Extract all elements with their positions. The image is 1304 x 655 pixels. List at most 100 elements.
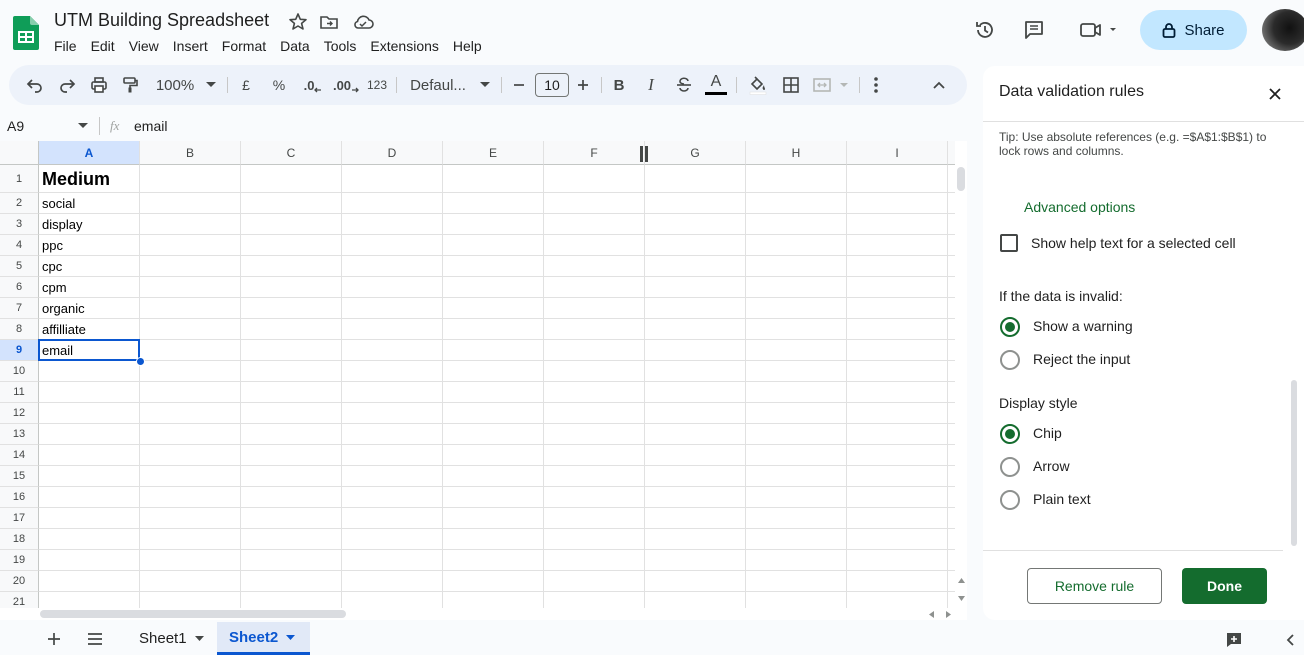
row-header[interactable]: 11 bbox=[0, 382, 39, 403]
spreadsheet-grid[interactable]: A B C D E F G H I 1 2 3 4 5 6 7 8 9 10 11 12 13 14 15 1… bbox=[0, 141, 955, 608]
menu-edit[interactable]: Edit bbox=[91, 38, 115, 56]
row-header[interactable]: 12 bbox=[0, 403, 39, 424]
document-title[interactable]: UTM Building Spreadsheet bbox=[54, 10, 269, 31]
version-history-icon[interactable] bbox=[969, 14, 1001, 46]
vertical-scrollbar[interactable] bbox=[955, 141, 967, 608]
avatar[interactable] bbox=[1262, 9, 1304, 51]
cell-a6[interactable]: cpm bbox=[42, 280, 67, 295]
row-header[interactable]: 5 bbox=[0, 256, 39, 277]
row-header[interactable]: 8 bbox=[0, 319, 39, 340]
chip-radio[interactable] bbox=[1000, 424, 1020, 444]
meet-icon[interactable] bbox=[1076, 14, 1120, 46]
vertical-scroll-thumb[interactable] bbox=[957, 167, 965, 191]
row-header[interactable]: 16 bbox=[0, 487, 39, 508]
column-header[interactable]: F bbox=[544, 141, 645, 165]
menu-extensions[interactable]: Extensions bbox=[370, 38, 438, 56]
reject-input-radio[interactable] bbox=[1000, 350, 1020, 370]
percent-button[interactable]: % bbox=[270, 65, 288, 105]
column-header[interactable] bbox=[948, 141, 955, 165]
column-header[interactable]: B bbox=[140, 141, 241, 165]
column-header[interactable]: A bbox=[39, 141, 140, 165]
sheet-tab-sheet1[interactable]: Sheet1 bbox=[127, 622, 216, 655]
row-header[interactable]: 13 bbox=[0, 424, 39, 445]
collapse-menus-icon[interactable] bbox=[929, 65, 949, 105]
fill-color-icon[interactable] bbox=[747, 65, 769, 105]
panel-scrollbar[interactable] bbox=[1291, 380, 1297, 546]
decrease-decimal-button[interactable]: .0 bbox=[301, 65, 325, 105]
row-header[interactable]: 18 bbox=[0, 529, 39, 550]
row-header[interactable]: 17 bbox=[0, 508, 39, 529]
cell-a7[interactable]: organic bbox=[42, 301, 85, 316]
comments-icon[interactable] bbox=[1018, 14, 1050, 46]
row-header[interactable]: 7 bbox=[0, 298, 39, 319]
increase-decimal-button[interactable]: .00 bbox=[332, 65, 360, 105]
row-header[interactable]: 14 bbox=[0, 445, 39, 466]
row-header[interactable]: 6 bbox=[0, 277, 39, 298]
italic-button[interactable]: I bbox=[641, 65, 661, 105]
more-options-icon[interactable] bbox=[867, 65, 885, 105]
row-header[interactable]: 3 bbox=[0, 214, 39, 235]
side-panel-toggle-icon[interactable] bbox=[1285, 633, 1295, 647]
help-text-checkbox[interactable] bbox=[1000, 234, 1018, 252]
frozen-column-handle[interactable] bbox=[640, 146, 648, 162]
scroll-up-icon[interactable] bbox=[958, 578, 965, 583]
row-header[interactable]: 21 bbox=[0, 592, 39, 608]
formula-input[interactable]: email bbox=[134, 118, 167, 134]
cell-a5[interactable]: cpc bbox=[42, 259, 62, 274]
bold-button[interactable]: B bbox=[609, 65, 629, 105]
explore-icon[interactable] bbox=[1226, 632, 1242, 648]
scroll-left-icon[interactable] bbox=[929, 611, 934, 618]
column-header[interactable]: H bbox=[746, 141, 847, 165]
column-header[interactable]: I bbox=[847, 141, 948, 165]
increase-font-size-icon[interactable] bbox=[575, 65, 591, 105]
plain-text-radio[interactable] bbox=[1000, 490, 1020, 510]
scroll-right-icon[interactable] bbox=[946, 611, 951, 618]
font-size-input[interactable]: 10 bbox=[535, 73, 569, 97]
decrease-font-size-icon[interactable] bbox=[511, 65, 527, 105]
fill-handle[interactable] bbox=[136, 357, 145, 366]
currency-button[interactable]: £ bbox=[237, 65, 255, 105]
cell-a8[interactable]: affilliate bbox=[42, 322, 86, 337]
column-header[interactable]: E bbox=[443, 141, 544, 165]
add-sheet-icon[interactable] bbox=[47, 632, 61, 646]
merge-cells-icon[interactable] bbox=[812, 65, 852, 105]
redo-icon[interactable] bbox=[55, 65, 79, 105]
star-icon[interactable] bbox=[288, 12, 308, 32]
close-icon[interactable] bbox=[1268, 87, 1282, 101]
zoom-select[interactable]: 100% bbox=[151, 65, 221, 105]
row-header[interactable]: 2 bbox=[0, 193, 39, 214]
menu-view[interactable]: View bbox=[129, 38, 159, 56]
share-button[interactable]: Share bbox=[1140, 10, 1247, 50]
cell-a1[interactable]: Medium bbox=[42, 169, 110, 190]
print-icon[interactable] bbox=[87, 65, 111, 105]
font-select[interactable]: Defaul... bbox=[409, 65, 491, 105]
cloud-status-icon[interactable] bbox=[352, 12, 374, 32]
all-sheets-icon[interactable] bbox=[87, 633, 103, 645]
paint-format-icon[interactable] bbox=[118, 65, 142, 105]
column-header[interactable]: C bbox=[241, 141, 342, 165]
row-header[interactable]: 1 bbox=[0, 165, 39, 193]
name-box[interactable]: A9 bbox=[7, 118, 24, 134]
row-header[interactable]: 20 bbox=[0, 571, 39, 592]
menu-file[interactable]: File bbox=[54, 38, 77, 56]
sheets-logo-icon[interactable] bbox=[13, 16, 39, 50]
horizontal-scrollbar[interactable] bbox=[0, 608, 967, 620]
cell-a4[interactable]: ppc bbox=[42, 238, 63, 253]
row-header[interactable]: 9 bbox=[0, 340, 39, 361]
row-header[interactable]: 10 bbox=[0, 361, 39, 382]
cell-a2[interactable]: social bbox=[42, 196, 75, 211]
horizontal-scroll-thumb[interactable] bbox=[40, 610, 346, 618]
row-header[interactable]: 4 bbox=[0, 235, 39, 256]
undo-icon[interactable] bbox=[23, 65, 47, 105]
menu-format[interactable]: Format bbox=[222, 38, 266, 56]
column-header[interactable]: G bbox=[645, 141, 746, 165]
strikethrough-icon[interactable] bbox=[673, 65, 695, 105]
remove-rule-button[interactable]: Remove rule bbox=[1027, 568, 1162, 604]
move-to-folder-icon[interactable] bbox=[319, 12, 339, 32]
text-color-button[interactable]: A bbox=[704, 65, 728, 105]
select-all-corner[interactable] bbox=[0, 141, 39, 165]
done-button[interactable]: Done bbox=[1182, 568, 1267, 604]
column-header[interactable]: D bbox=[342, 141, 443, 165]
row-header[interactable]: 15 bbox=[0, 466, 39, 487]
arrow-radio[interactable] bbox=[1000, 457, 1020, 477]
